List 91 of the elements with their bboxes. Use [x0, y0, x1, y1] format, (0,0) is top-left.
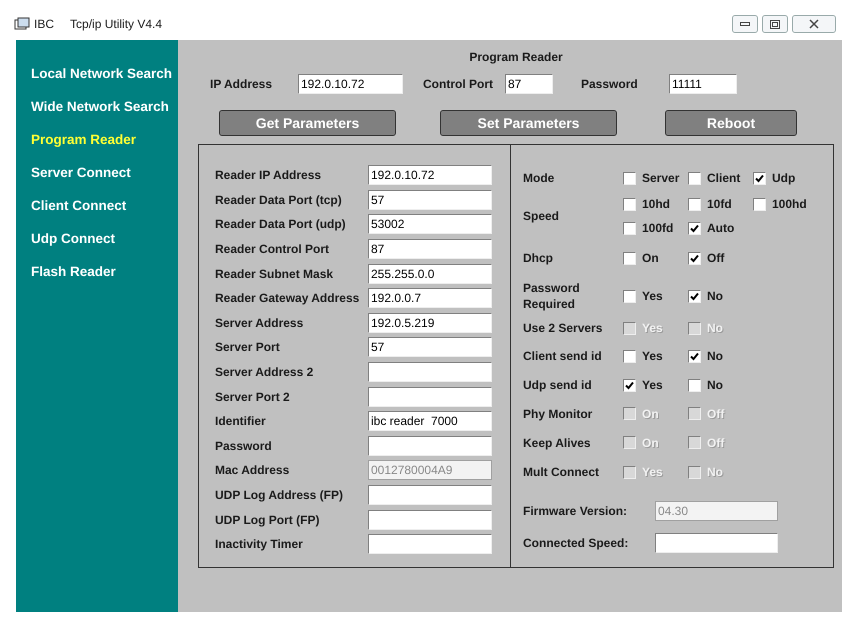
option-checkbox[interactable]: No: [688, 287, 753, 305]
input-field[interactable]: [368, 534, 492, 554]
input-field[interactable]: [368, 510, 492, 530]
option-checkbox[interactable]: No: [688, 347, 753, 365]
field-label: UDP Log Address (FP): [215, 487, 344, 504]
check-icon: [625, 380, 634, 390]
input-field[interactable]: 87: [368, 239, 492, 260]
input-field[interactable]: [368, 362, 492, 382]
option-checkbox[interactable]: Off: [688, 249, 753, 267]
option-checkbox[interactable]: Udp: [753, 169, 818, 187]
field-label: Firmware Version:: [523, 503, 628, 519]
field-label: Server Address 2: [215, 364, 314, 382]
sidebar-item[interactable]: Local Network Search: [16, 66, 178, 99]
field-label: Server Port: [215, 339, 281, 356]
option-checkbox[interactable]: On: [623, 249, 688, 267]
sidebar-item[interactable]: Server Connect: [16, 165, 178, 198]
field-label: Control Port: [423, 76, 494, 93]
close-icon: [809, 19, 819, 29]
input-field[interactable]: [655, 533, 778, 553]
check-icon: [755, 174, 764, 182]
action-button[interactable]: Get Parameters: [219, 110, 396, 136]
field-label: Mac Address: [215, 462, 290, 480]
check-icon: [690, 292, 699, 300]
input-field[interactable]: 192.0.5.219: [368, 312, 492, 333]
option-checkbox[interactable]: Client: [688, 169, 753, 187]
close-button[interactable]: [792, 15, 836, 33]
section-heading: Program Reader: [468, 49, 564, 66]
check-icon: [690, 224, 699, 232]
option-checkbox[interactable]: Yes: [623, 287, 688, 305]
option-checkbox[interactable]: Auto: [688, 219, 753, 237]
field-label: Connected Speed:: [523, 535, 630, 551]
setting-label: Keep Alives: [523, 434, 592, 450]
minimize-button[interactable]: [732, 15, 758, 33]
field-label: UDP Log Port (FP): [215, 512, 320, 529]
setting-label: Udp send id: [523, 377, 593, 393]
option-checkbox[interactable]: Yes: [623, 376, 688, 394]
maximize-icon: [770, 20, 780, 28]
input-field[interactable]: [368, 436, 492, 456]
minimize-icon: [740, 22, 750, 26]
field-label: Reader Subnet Mask: [215, 266, 334, 283]
maximize-button[interactable]: [762, 15, 788, 33]
field-label: Reader Gateway Address: [215, 290, 360, 308]
setting-label: Client send id: [523, 348, 603, 364]
setting-label: Phy Monitor: [523, 406, 594, 422]
setting-label: Mult Connect: [523, 464, 600, 480]
field-label: Inactivity Timer: [215, 536, 304, 554]
input-field[interactable]: 192.0.0.7: [368, 288, 492, 308]
setting-label: Mode: [523, 170, 556, 186]
input-field[interactable]: 192.0.10.72: [368, 165, 492, 186]
option-checkbox[interactable]: 100hd: [753, 195, 818, 213]
check-icon: [690, 352, 699, 360]
app-icon: [14, 17, 30, 31]
setting-label: Use 2 Servers: [523, 320, 604, 336]
field-label: Reader Control Port: [215, 241, 330, 258]
action-button[interactable]: Reboot: [665, 110, 797, 136]
option-checkbox[interactable]: 100fd: [623, 219, 688, 237]
option-checkbox[interactable]: No: [688, 376, 753, 394]
setting-label: Speed: [523, 208, 560, 224]
field-label: Reader Data Port (tcp): [215, 192, 343, 209]
field-label: Password: [215, 438, 273, 455]
sidebar-item[interactable]: Program Reader: [16, 132, 178, 165]
input-field[interactable]: 192.0.10.72: [298, 74, 403, 94]
option-checkbox[interactable]: 10fd: [688, 195, 753, 213]
app-name: IBC: [34, 16, 54, 33]
setting-label: Password Required: [523, 280, 581, 312]
field-label: Reader Data Port (udp): [215, 216, 347, 234]
field-label: Server Port 2: [215, 388, 291, 406]
option-checkbox[interactable]: Server: [623, 169, 688, 187]
input-field[interactable]: 11111: [669, 74, 737, 94]
input-field[interactable]: 57: [368, 337, 492, 358]
input-field[interactable]: [368, 485, 492, 506]
input-field[interactable]: 255.255.0.0: [368, 264, 492, 284]
input-field[interactable]: 57: [368, 190, 492, 210]
setting-label: Dhcp: [523, 250, 554, 266]
sidebar-item[interactable]: Flash Reader: [16, 264, 178, 297]
sidebar-item[interactable]: Udp Connect: [16, 231, 178, 264]
input-field[interactable]: 53002: [368, 214, 492, 234]
sidebar-item[interactable]: Client Connect: [16, 198, 178, 231]
field-label: Password: [581, 76, 639, 93]
window-title: Tcp/ip Utility V4.4: [70, 16, 162, 33]
field-label: Identifier: [215, 413, 267, 430]
field-label: Reader IP Address: [215, 167, 322, 184]
option-checkbox[interactable]: Yes: [623, 347, 688, 365]
field-label: Server Address: [215, 314, 304, 332]
sidebar-item[interactable]: Wide Network Search: [16, 99, 178, 132]
action-button[interactable]: Set Parameters: [440, 110, 617, 136]
check-icon: [690, 254, 699, 262]
input-field[interactable]: 87: [505, 74, 553, 94]
option-checkbox[interactable]: 10hd: [623, 195, 688, 213]
input-field[interactable]: ibc reader 7000: [368, 411, 492, 432]
input-field[interactable]: [368, 386, 492, 407]
